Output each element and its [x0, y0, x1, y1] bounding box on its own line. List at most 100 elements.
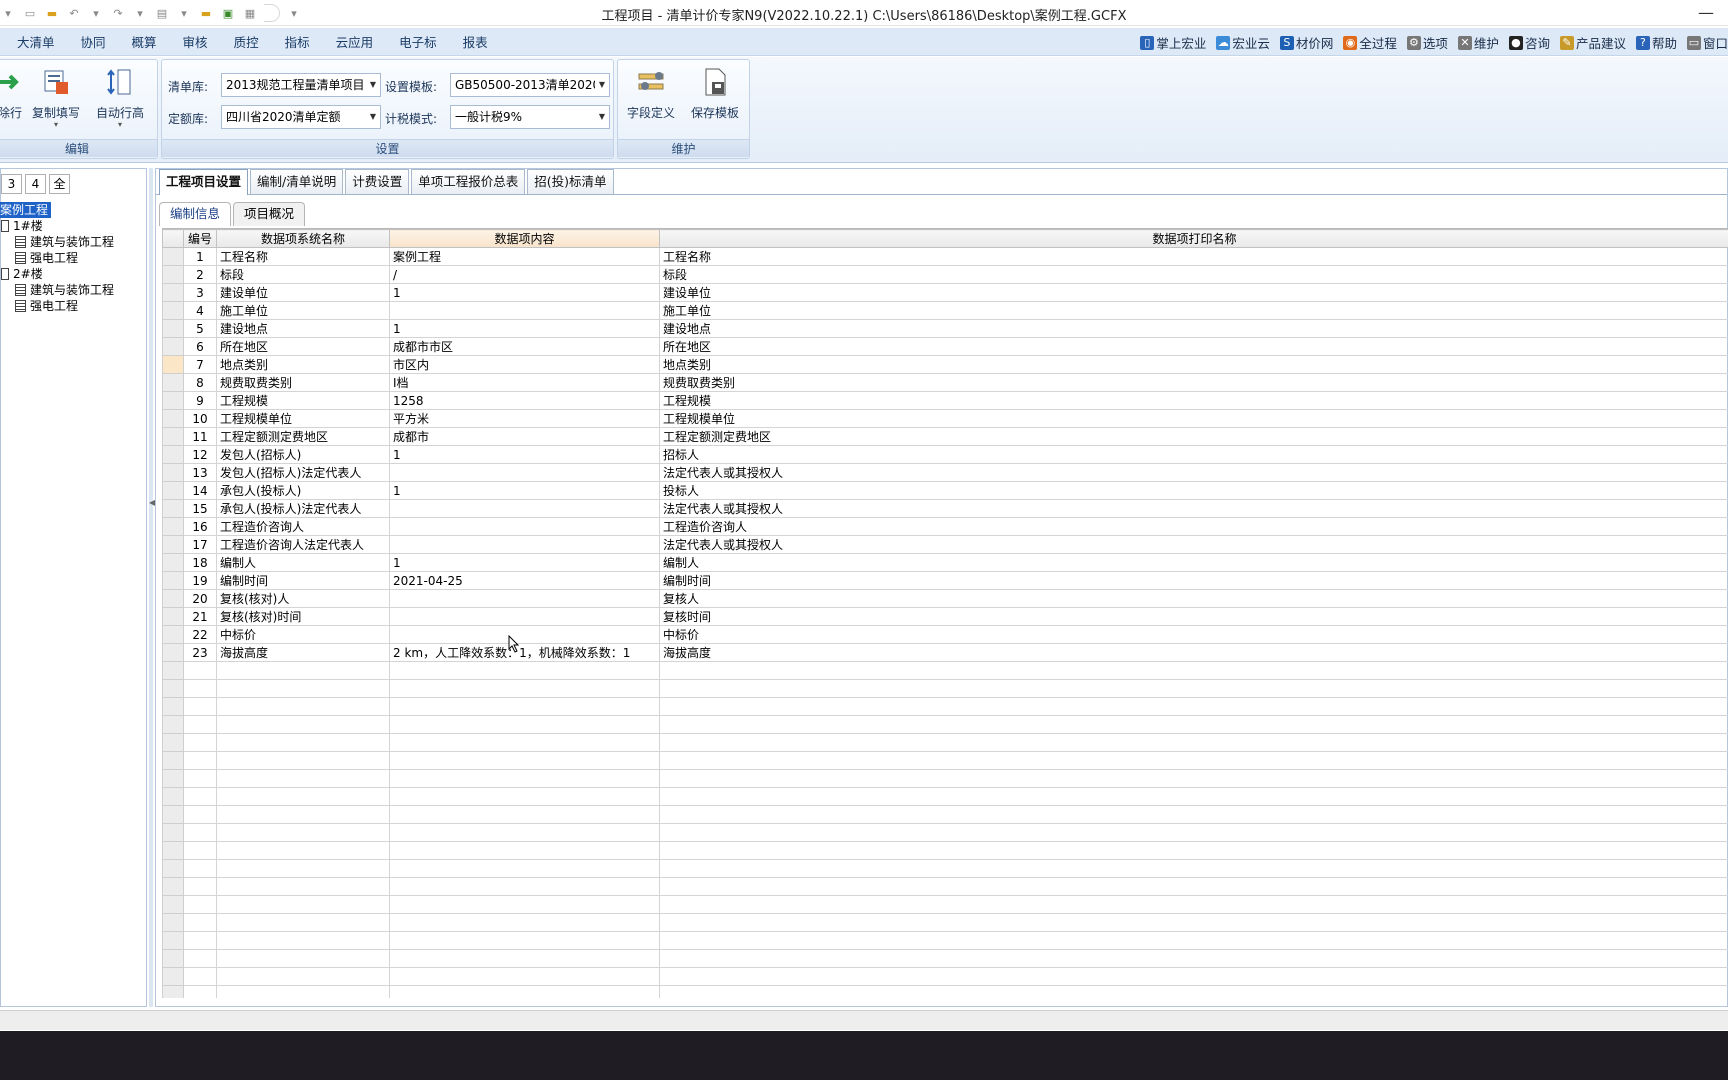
- table-row[interactable]: 5 建设地点 1 建设地点: [162, 319, 1728, 338]
- cell-number[interactable]: 12: [183, 445, 217, 464]
- cell-number[interactable]: 16: [183, 517, 217, 536]
- table-row[interactable]: 3 建设单位 1 建设单位: [162, 283, 1728, 302]
- cell-content[interactable]: [389, 715, 660, 734]
- cell-system-name[interactable]: 工程规模单位: [216, 409, 390, 428]
- cell-number[interactable]: 14: [183, 481, 217, 500]
- cell-number[interactable]: [183, 715, 217, 734]
- cell-content[interactable]: [389, 949, 660, 968]
- cell-print-name[interactable]: [659, 859, 1728, 878]
- cell-print-name[interactable]: [659, 715, 1728, 734]
- cell-number[interactable]: [183, 697, 217, 716]
- cell-content[interactable]: [389, 463, 660, 482]
- row-header[interactable]: [162, 787, 184, 806]
- table-row[interactable]: 8 规费取费类别 Ⅰ档 规费取费类别: [162, 373, 1728, 392]
- row-header[interactable]: [162, 409, 184, 428]
- cell-content[interactable]: [389, 931, 660, 950]
- table-row[interactable]: 4 施工单位 施工单位: [162, 301, 1728, 320]
- menu-item[interactable]: 报表: [450, 34, 501, 52]
- table-row[interactable]: 9 工程规模 1258 工程规模: [162, 391, 1728, 410]
- cell-system-name[interactable]: 编制人: [216, 553, 390, 572]
- table-row[interactable]: 11 工程定额测定费地区 成都市 工程定额测定费地区: [162, 427, 1728, 446]
- cell-number[interactable]: 9: [183, 391, 217, 410]
- cell-number[interactable]: [183, 967, 217, 986]
- toolbar-link[interactable]: ? 帮助: [1635, 33, 1677, 52]
- cell-print-name[interactable]: 编制人: [659, 553, 1728, 572]
- cell-number[interactable]: 11: [183, 427, 217, 446]
- table-row[interactable]: 23 海拔高度 2 km，人工降效系数：1，机械降效系数：1 海拔高度: [162, 643, 1728, 662]
- table-row[interactable]: [162, 679, 1728, 698]
- tree-node-root[interactable]: 案例工程: [0, 202, 52, 218]
- table-row[interactable]: [162, 769, 1728, 788]
- table-row[interactable]: [162, 823, 1728, 842]
- cell-system-name[interactable]: [216, 949, 390, 968]
- menu-item[interactable]: 审核: [170, 34, 221, 52]
- cell-system-name[interactable]: [216, 769, 390, 788]
- row-header[interactable]: [162, 301, 184, 320]
- row-header[interactable]: [162, 643, 184, 662]
- cell-print-name[interactable]: [659, 769, 1728, 788]
- row-header[interactable]: [162, 571, 184, 590]
- auto-row-height-dropdown-icon[interactable]: ▾: [91, 121, 149, 129]
- field-definition-button[interactable]: 字段定义: [622, 66, 680, 121]
- cell-content[interactable]: [389, 769, 660, 788]
- cell-content[interactable]: [389, 301, 660, 320]
- cell-number[interactable]: [183, 913, 217, 932]
- row-header[interactable]: [162, 715, 184, 734]
- cell-system-name[interactable]: 海拔高度: [216, 643, 390, 662]
- col-header-print-name[interactable]: 数据项打印名称: [659, 229, 1728, 248]
- cell-system-name[interactable]: 工程名称: [216, 247, 390, 266]
- cell-content[interactable]: [389, 967, 660, 986]
- cell-system-name[interactable]: 规费取费类别: [216, 373, 390, 392]
- cell-content[interactable]: Ⅰ档: [389, 373, 660, 392]
- cell-number[interactable]: 22: [183, 625, 217, 644]
- table-row[interactable]: [162, 805, 1728, 824]
- cell-print-name[interactable]: 法定代表人或其授权人: [659, 535, 1728, 554]
- cell-content[interactable]: [389, 499, 660, 518]
- col-header-content[interactable]: 数据项内容: [389, 229, 660, 248]
- cell-system-name[interactable]: [216, 913, 390, 932]
- cell-system-name[interactable]: 建设单位: [216, 283, 390, 302]
- row-header[interactable]: [162, 625, 184, 644]
- cell-print-name[interactable]: 施工单位: [659, 301, 1728, 320]
- cell-number[interactable]: 8: [183, 373, 217, 392]
- subtab-0[interactable]: 编制信息: [159, 202, 232, 226]
- cell-print-name[interactable]: [659, 877, 1728, 896]
- cell-number[interactable]: [183, 859, 217, 878]
- table-row[interactable]: 21 复核(核对)时间 复核时间: [162, 607, 1728, 626]
- copy-fill-button[interactable]: 复制填写 ▾: [27, 66, 85, 129]
- table-row[interactable]: 14 承包人(投标人) 1 投标人: [162, 481, 1728, 500]
- cell-system-name[interactable]: [216, 985, 390, 998]
- col-header-number[interactable]: 编号: [183, 229, 217, 248]
- cell-number[interactable]: 19: [183, 571, 217, 590]
- cell-system-name[interactable]: [216, 805, 390, 824]
- tree-node-unit[interactable]: 强电工程: [15, 250, 78, 266]
- table-row[interactable]: 19 编制时间 2021-04-25 编制时间: [162, 571, 1728, 590]
- cell-content[interactable]: [389, 895, 660, 914]
- cell-number[interactable]: 4: [183, 301, 217, 320]
- cell-print-name[interactable]: 工程定额测定费地区: [659, 427, 1728, 446]
- cell-system-name[interactable]: 发包人(招标人)法定代表人: [216, 463, 390, 482]
- cell-print-name[interactable]: 投标人: [659, 481, 1728, 500]
- cell-system-name[interactable]: [216, 733, 390, 752]
- cell-system-name[interactable]: [216, 787, 390, 806]
- table-row[interactable]: [162, 931, 1728, 950]
- cell-system-name[interactable]: 标段: [216, 265, 390, 284]
- row-header[interactable]: [162, 499, 184, 518]
- cell-print-name[interactable]: [659, 949, 1728, 968]
- tax-mode-select[interactable]: 一般计税9% ▼: [450, 105, 610, 129]
- cell-system-name[interactable]: [216, 715, 390, 734]
- tab-0[interactable]: 工程项目设置: [159, 169, 249, 195]
- tab-2[interactable]: 计费设置: [345, 169, 410, 194]
- table-row[interactable]: 7 地点类别 市区内 地点类别: [162, 355, 1728, 374]
- table-row[interactable]: 10 工程规模单位 平方米 工程规模单位: [162, 409, 1728, 428]
- table-row[interactable]: [162, 661, 1728, 680]
- table-row[interactable]: 22 中标价 中标价: [162, 625, 1728, 644]
- cell-content[interactable]: 1: [389, 319, 660, 338]
- chevron-down-icon[interactable]: ▼: [595, 74, 609, 96]
- table-row[interactable]: [162, 715, 1728, 734]
- cell-print-name[interactable]: 工程规模单位: [659, 409, 1728, 428]
- copy-fill-dropdown-icon[interactable]: ▾: [27, 121, 85, 129]
- row-header[interactable]: [162, 463, 184, 482]
- cell-print-name[interactable]: 中标价: [659, 625, 1728, 644]
- cell-system-name[interactable]: 工程定额测定费地区: [216, 427, 390, 446]
